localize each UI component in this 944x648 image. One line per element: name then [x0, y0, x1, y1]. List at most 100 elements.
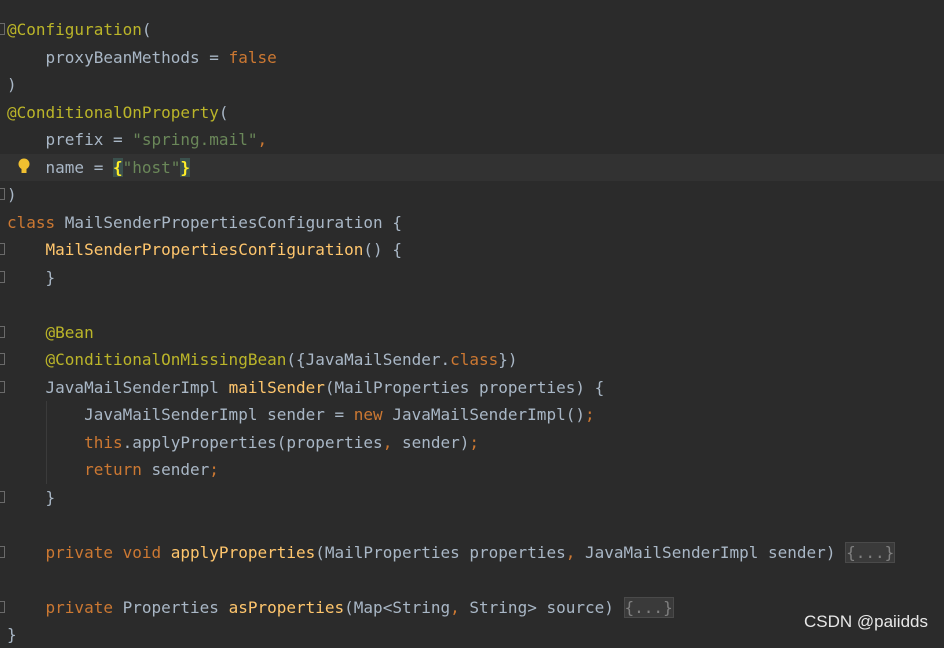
- code-line[interactable]: proxyBeanMethods = false: [0, 44, 944, 71]
- code-token: (: [141, 20, 152, 39]
- code-token: ,: [257, 130, 268, 149]
- code-line[interactable]: @ConditionalOnProperty(: [0, 99, 944, 126]
- fold-marker-icon[interactable]: [0, 188, 5, 200]
- code-text: JavaMailSenderImpl mailSender(MailProper…: [7, 374, 605, 401]
- code-token: }): [498, 350, 518, 369]
- fold-marker-icon[interactable]: [0, 380, 5, 393]
- code-token: name =: [7, 157, 113, 177]
- code-token: class: [450, 350, 499, 369]
- code-token: prefix =: [7, 130, 133, 149]
- code-line[interactable]: return sender;: [0, 456, 944, 483]
- fold-marker-icon[interactable]: [0, 325, 5, 338]
- code-token: {: [112, 157, 123, 177]
- code-token: MailSenderPropertiesConfiguration: [45, 240, 364, 259]
- code-token: asProperties: [228, 597, 345, 617]
- code-text: private Properties asProperties(Map<Stri…: [7, 594, 674, 621]
- code-line[interactable]: @Configuration(: [0, 16, 944, 43]
- code-line[interactable]: JavaMailSenderImpl sender = new JavaMail…: [0, 401, 944, 428]
- code-text: prefix = "spring.mail",: [7, 126, 268, 153]
- code-line[interactable]: prefix = "spring.mail",: [0, 126, 944, 153]
- code-token: JavaMailSenderImpl sender =: [7, 405, 354, 424]
- code-token: ): [7, 185, 17, 204]
- fold-marker-icon[interactable]: [0, 270, 5, 283]
- code-line[interactable]: @ConditionalOnMissingBean({JavaMailSende…: [0, 346, 944, 373]
- code-text: proxyBeanMethods = false: [7, 44, 277, 71]
- code-line[interactable]: [0, 566, 944, 593]
- code-token: }: [180, 157, 191, 177]
- watermark: CSDN @paiidds: [803, 612, 928, 631]
- fold-marker-icon[interactable]: [0, 353, 5, 365]
- code-token: private: [45, 597, 123, 617]
- code-line[interactable]: [0, 511, 944, 538]
- fold-marker-icon[interactable]: [0, 243, 5, 255]
- code-token: @ConditionalOnProperty: [7, 102, 219, 122]
- folded-code-region[interactable]: {...}: [623, 596, 674, 618]
- code-line[interactable]: this.applyProperties(properties, sender)…: [0, 429, 944, 456]
- code-text: }: [7, 621, 17, 648]
- code-token: JavaMailSenderImpl(): [392, 405, 585, 424]
- code-token: (MailProperties properties: [315, 542, 566, 562]
- code-token: String> source): [459, 597, 624, 617]
- code-line[interactable]: JavaMailSenderImpl mailSender(MailProper…: [0, 374, 944, 401]
- code-token: false: [228, 47, 277, 67]
- code-token: .applyProperties(properties: [122, 432, 383, 452]
- code-line[interactable]: }: [0, 621, 944, 648]
- code-text: }: [7, 484, 56, 511]
- code-text: }: [7, 264, 56, 291]
- code-token: new: [353, 405, 393, 424]
- code-token: ): [7, 75, 17, 94]
- code-text: @ConditionalOnMissingBean({JavaMailSende…: [7, 346, 518, 373]
- folded-code-region[interactable]: {...}: [845, 541, 896, 563]
- code-token: }: [7, 487, 56, 507]
- code-token: (Map<String: [344, 597, 451, 617]
- code-token: "spring.mail": [132, 130, 258, 149]
- code-token: "host": [122, 157, 181, 177]
- code-text: class MailSenderPropertiesConfiguration …: [7, 209, 402, 236]
- code-token: (: [218, 102, 229, 122]
- code-text: this.applyProperties(properties, sender)…: [7, 429, 479, 456]
- code-token: sender): [392, 432, 470, 452]
- fold-marker-icon[interactable]: [0, 490, 5, 503]
- code-text: @Bean: [7, 319, 94, 346]
- code-token: @Bean: [45, 322, 94, 342]
- code-text: ): [7, 181, 17, 208]
- code-token: ;: [209, 460, 219, 479]
- code-line[interactable]: MailSenderPropertiesConfiguration() {: [0, 236, 944, 263]
- code-text: private void applyProperties(MailPropert…: [7, 539, 896, 566]
- code-token: Properties: [122, 597, 229, 617]
- code-line[interactable]: @Bean: [0, 319, 944, 346]
- code-line[interactable]: ): [0, 181, 944, 208]
- code-line[interactable]: ): [0, 71, 944, 98]
- code-token: return: [84, 460, 152, 479]
- code-line[interactable]: }: [0, 264, 944, 291]
- code-line[interactable]: private Properties asProperties(Map<Stri…: [0, 594, 944, 621]
- code-text: MailSenderPropertiesConfiguration() {: [7, 236, 402, 263]
- code-text: name = {"host"}: [7, 154, 191, 181]
- code-text: @ConditionalOnProperty(: [7, 99, 229, 126]
- code-editor[interactable]: @Configuration( proxyBeanMethods = false…: [0, 0, 944, 644]
- code-token: (MailProperties properties) {: [324, 377, 605, 397]
- code-token: @Configuration: [7, 20, 142, 39]
- code-token: class: [7, 212, 65, 232]
- code-token: MailSenderPropertiesConfiguration {: [64, 212, 402, 232]
- fold-marker-icon[interactable]: [0, 600, 5, 613]
- code-token: ;: [584, 405, 595, 424]
- code-line[interactable]: private void applyProperties(MailPropert…: [0, 539, 944, 566]
- fold-marker-icon[interactable]: [0, 23, 5, 35]
- code-line[interactable]: class MailSenderPropertiesConfiguration …: [0, 209, 944, 236]
- code-token: sender: [151, 460, 210, 479]
- code-line[interactable]: name = {"host"}: [0, 153, 944, 181]
- code-token: }: [7, 267, 56, 287]
- code-line[interactable]: }: [0, 484, 944, 511]
- code-line[interactable]: [0, 291, 944, 318]
- code-text: JavaMailSenderImpl sender = new JavaMail…: [7, 401, 595, 428]
- fold-marker-icon[interactable]: [0, 545, 5, 558]
- code-token: applyProperties: [170, 542, 316, 562]
- code-text: ): [7, 71, 17, 98]
- code-token: JavaMailSenderImpl sender): [575, 542, 846, 562]
